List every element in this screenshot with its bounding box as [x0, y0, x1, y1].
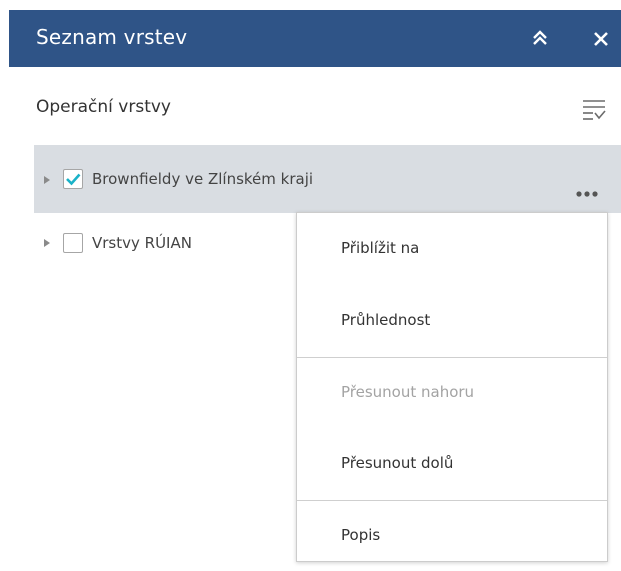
layer-context-menu: Přiblížit na Průhlednost Přesunout nahor… [296, 212, 608, 562]
menu-item-label: Přiblížit na [341, 239, 420, 257]
menu-item-label: Popis [341, 526, 381, 544]
menu-item-move-up: Přesunout nahoru [297, 358, 607, 428]
layer-checkbox[interactable] [63, 169, 83, 189]
menu-item-zoom-to[interactable]: Přiblížit na [297, 214, 607, 284]
menu-item-label: Přesunout nahoru [341, 383, 475, 401]
layer-label: Brownfieldy ve Zlínském kraji [92, 170, 314, 188]
menu-item-label: Průhlednost [341, 311, 431, 329]
more-options-icon[interactable] [574, 185, 608, 197]
menu-item-move-down[interactable]: Přesunout dolů [297, 429, 607, 499]
panel-header: Seznam vrstev [9, 10, 621, 67]
menu-item-transparency[interactable]: Průhlednost [297, 286, 607, 356]
layer-row-brownfieldy[interactable]: Brownfieldy ve Zlínském kraji [34, 145, 621, 213]
close-icon[interactable] [590, 26, 612, 50]
menu-item-label: Přesunout dolů [341, 454, 454, 472]
double-chevron-up-icon[interactable] [528, 26, 552, 50]
layer-checkbox[interactable] [63, 233, 83, 253]
filter-list-icon[interactable] [580, 94, 608, 122]
layer-label: Vrstvy RÚIAN [92, 234, 192, 252]
expand-arrow-icon[interactable] [43, 238, 51, 248]
expand-arrow-icon[interactable] [43, 175, 51, 185]
panel-title: Seznam vrstev [36, 25, 188, 49]
section-title: Operační vrstvy [36, 97, 171, 117]
menu-item-description[interactable]: Popis [297, 501, 607, 571]
checkmark-icon [66, 173, 81, 186]
